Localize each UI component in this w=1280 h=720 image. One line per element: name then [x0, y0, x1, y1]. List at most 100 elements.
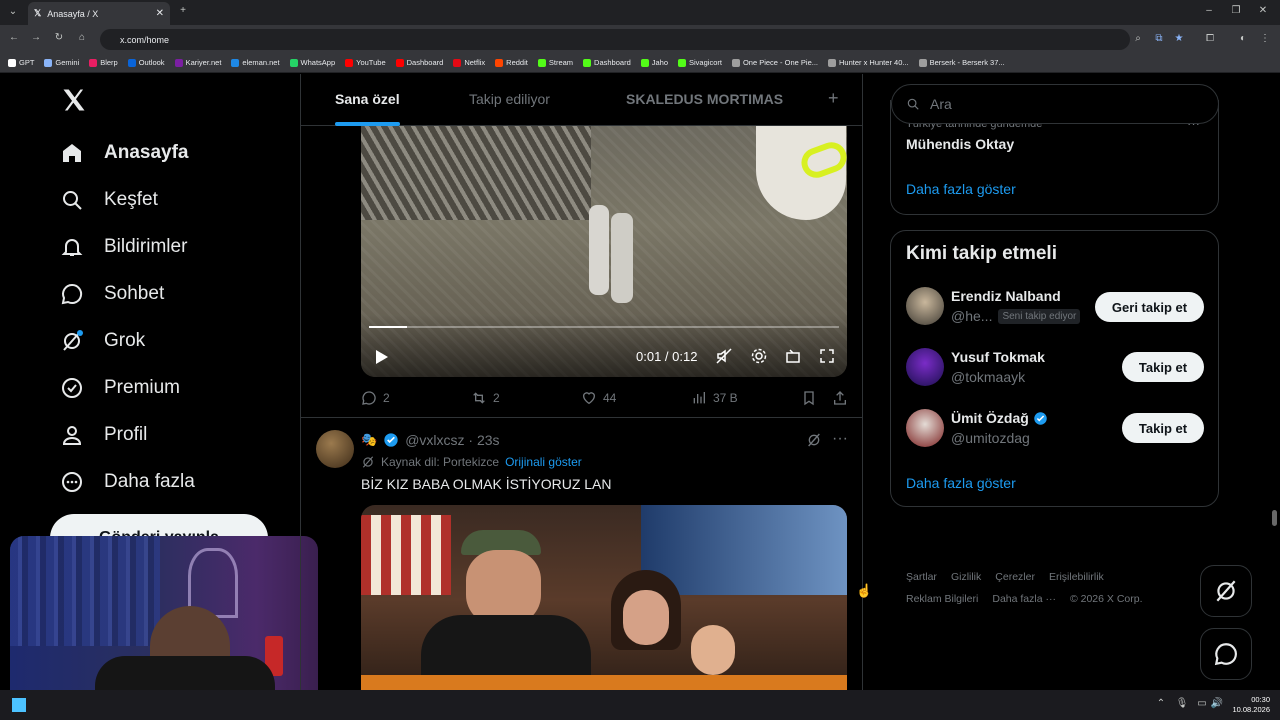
- bookmark-item[interactable]: YouTube: [345, 58, 386, 67]
- bookmark-icon[interactable]: [801, 390, 817, 406]
- tab-following[interactable]: Takip ediliyor: [469, 91, 550, 107]
- page-scrollbar-thumb[interactable]: [1272, 510, 1277, 526]
- bookmark-item[interactable]: eleman.net: [231, 58, 280, 67]
- maximize-icon[interactable]: ❐: [1229, 5, 1243, 16]
- url-bar[interactable]: x.com/home: [100, 29, 1130, 50]
- start-icon[interactable]: [12, 698, 26, 712]
- forward-icon[interactable]: →: [29, 32, 43, 43]
- clock[interactable]: 00:30 10.08.2026: [1230, 695, 1270, 715]
- nav-home[interactable]: Anasayfa: [60, 138, 189, 168]
- suggestion-name[interactable]: Erendiz Nalband: [951, 288, 1061, 304]
- bookmark-item[interactable]: Sivagicort: [678, 58, 722, 67]
- close-window-icon[interactable]: ✕: [1256, 5, 1270, 16]
- bookmark-item[interactable]: GPT: [8, 58, 34, 67]
- footer-link[interactable]: Çerezler: [995, 571, 1035, 583]
- back-icon[interactable]: ←: [7, 32, 21, 43]
- messages-floating-button[interactable]: [1200, 628, 1252, 680]
- browser-tab-active[interactable]: 𝕏 Anasayfa / X ✕: [28, 2, 170, 25]
- reply-action[interactable]: 2: [361, 390, 390, 406]
- footer-link[interactable]: Gizlilik: [951, 571, 981, 583]
- nav-grok[interactable]: Grok: [60, 326, 145, 356]
- bookmark-item[interactable]: Dashboard: [583, 58, 631, 67]
- suggestion-name[interactable]: Ümit Özdağ: [951, 410, 1029, 426]
- translate-icon[interactable]: ⧉: [1152, 33, 1166, 44]
- microphone-icon[interactable]: 🎙: [1175, 698, 1189, 709]
- play-icon[interactable]: [375, 349, 389, 365]
- nav-explore[interactable]: Keşfet: [60, 185, 158, 215]
- show-more-trends[interactable]: Daha fazla göster: [906, 181, 1016, 197]
- bookmark-item[interactable]: WhatsApp: [289, 58, 335, 67]
- controls-gradient: [361, 315, 847, 377]
- views-action[interactable]: 37 B: [691, 390, 738, 406]
- close-tab-icon[interactable]: ✕: [156, 8, 164, 19]
- minimize-icon[interactable]: –: [1202, 5, 1216, 16]
- add-tab-icon[interactable]: +: [828, 88, 839, 109]
- footer-link[interactable]: Daha fazla ···: [992, 593, 1056, 605]
- bookmark-item[interactable]: Kariyer.net: [174, 58, 221, 67]
- tab-list[interactable]: SKALEDUS MORTIMAS: [626, 91, 783, 107]
- bookmark-item[interactable]: Netflix: [453, 58, 485, 67]
- bookmark-item[interactable]: One Piece - One Pie...: [731, 58, 818, 67]
- network-icon[interactable]: ▭: [1195, 698, 1209, 709]
- nav-notifications[interactable]: Bildirimler: [60, 232, 187, 262]
- view-count: 37 B: [713, 391, 738, 405]
- suggestion-avatar[interactable]: [906, 409, 944, 447]
- nav-profile[interactable]: Profil: [60, 420, 147, 450]
- grok-explain-icon[interactable]: [806, 432, 822, 448]
- reload-icon[interactable]: ↻: [52, 32, 66, 43]
- like-action[interactable]: 44: [581, 390, 616, 406]
- footer-link[interactable]: Reklam Bilgileri: [906, 593, 978, 605]
- settings-gear-icon[interactable]: [751, 348, 767, 364]
- follow-button[interactable]: Takip et: [1122, 413, 1204, 443]
- trend-name[interactable]: Mühendis Oktay: [906, 136, 1014, 152]
- bookmark-item[interactable]: Jaho: [640, 58, 668, 67]
- search-box[interactable]: Ara: [891, 84, 1219, 124]
- suggestion-avatar[interactable]: [906, 287, 944, 325]
- volume-icon[interactable]: 🔊: [1210, 698, 1224, 709]
- show-original-link[interactable]: Orijinali göster: [505, 455, 582, 469]
- bookmark-item[interactable]: Berserk - Berserk 37...: [918, 58, 1005, 67]
- video-progress-track[interactable]: [369, 326, 839, 328]
- footer-link[interactable]: Erişilebilirlik: [1049, 571, 1104, 583]
- extensions-icon[interactable]: ⧠: [1203, 33, 1217, 44]
- post-media-image[interactable]: [361, 505, 847, 690]
- zoom-icon[interactable]: ⌕: [1131, 33, 1145, 44]
- bookmark-star-icon[interactable]: ★: [1172, 33, 1186, 44]
- show-more-suggestions[interactable]: Daha fazla göster: [906, 475, 1016, 491]
- nav-premium[interactable]: Premium: [60, 373, 180, 403]
- tab-for-you[interactable]: Sana özel: [335, 91, 400, 107]
- post-handle[interactable]: @vxlxcsz · 23s: [405, 432, 499, 448]
- bookmark-label: Netflix: [464, 58, 486, 67]
- bookmark-item[interactable]: Blerp: [89, 58, 118, 67]
- bookmark-item[interactable]: Gemini: [44, 58, 79, 67]
- suggestion-name[interactable]: Yusuf Tokmak: [951, 349, 1045, 365]
- x-logo-icon[interactable]: [60, 86, 88, 119]
- grok-floating-button[interactable]: [1200, 565, 1252, 617]
- fullscreen-icon[interactable]: [819, 348, 835, 364]
- tab-search-icon[interactable]: ⌄: [6, 6, 20, 17]
- profile-icon[interactable]: ◐: [1236, 33, 1250, 44]
- share-icon[interactable]: [832, 390, 848, 406]
- post-more-icon[interactable]: ···: [832, 430, 848, 448]
- repost-action[interactable]: 2: [471, 390, 500, 406]
- bookmark-item[interactable]: Reddit: [495, 58, 528, 67]
- post-author-avatar[interactable]: [316, 430, 354, 468]
- home-icon[interactable]: ⌂: [75, 32, 89, 43]
- browser-menu-icon[interactable]: ⋮: [1258, 33, 1272, 44]
- bookmark-item[interactable]: Hunter x Hunter 40...: [828, 58, 909, 67]
- nav-chat[interactable]: Sohbet: [60, 279, 164, 309]
- follow-back-button[interactable]: Geri takip et: [1095, 292, 1204, 322]
- footer-link[interactable]: © 2026 X Corp.: [1070, 593, 1143, 605]
- mute-icon[interactable]: [716, 348, 732, 364]
- suggestion-avatar[interactable]: [906, 348, 944, 386]
- footer-link[interactable]: Şartlar: [906, 571, 937, 583]
- bookmark-item[interactable]: Stream: [537, 58, 573, 67]
- follow-button[interactable]: Takip et: [1122, 352, 1204, 382]
- video-player[interactable]: 0:01 / 0:12: [361, 125, 847, 377]
- new-tab-icon[interactable]: +: [176, 5, 190, 16]
- bookmark-item[interactable]: Dashboard: [395, 58, 443, 67]
- picture-in-picture-icon[interactable]: [785, 348, 801, 364]
- bookmark-item[interactable]: Outlook: [127, 58, 165, 67]
- tray-expand-icon[interactable]: ⌃: [1154, 698, 1168, 709]
- nav-more[interactable]: Daha fazla: [60, 467, 195, 497]
